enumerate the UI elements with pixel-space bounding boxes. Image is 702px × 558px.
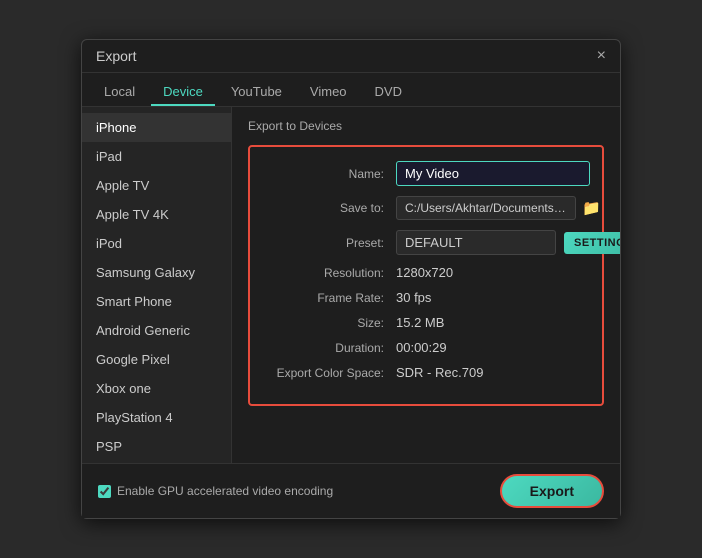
sidebar-item-apple-tv[interactable]: Apple TV [82, 171, 231, 200]
frame-rate-row: Frame Rate: 30 fps [266, 290, 586, 305]
preset-label: Preset: [266, 236, 396, 250]
export-dialog: Export × Local Device YouTube Vimeo DVD … [81, 39, 621, 519]
sidebar-item-iphone[interactable]: iPhone [82, 113, 231, 142]
color-space-value: SDR - Rec.709 [396, 365, 483, 380]
export-button[interactable]: Export [500, 474, 604, 508]
preset-select[interactable]: DEFAULT HIGH QUALITY MEDIUM QUALITY LOW … [396, 230, 556, 255]
name-label: Name: [266, 167, 396, 181]
folder-icon: 📁 [582, 200, 601, 217]
section-label: Export to Devices [248, 119, 604, 133]
tab-vimeo[interactable]: Vimeo [298, 79, 359, 106]
sidebar-item-ipod[interactable]: iPod [82, 229, 231, 258]
preset-row: Preset: DEFAULT HIGH QUALITY MEDIUM QUAL… [266, 230, 586, 255]
save-path-input[interactable] [396, 196, 576, 220]
gpu-accelerated-text: Enable GPU accelerated video encoding [117, 484, 333, 498]
name-row: Name: [266, 161, 586, 186]
save-to-controls: 📁 [396, 196, 601, 220]
sidebar-item-android-generic[interactable]: Android Generic [82, 316, 231, 345]
frame-rate-value: 30 fps [396, 290, 431, 305]
folder-button[interactable]: 📁 [582, 199, 601, 217]
sidebar-item-playstation-4[interactable]: PlayStation 4 [82, 403, 231, 432]
resolution-value: 1280x720 [396, 265, 453, 280]
dialog-header: Export × [82, 40, 620, 73]
dialog-footer: Enable GPU accelerated video encoding Ex… [82, 463, 620, 518]
export-form: Name: Save to: 📁 Preset: [248, 145, 604, 406]
size-value: 15.2 MB [396, 315, 444, 330]
tab-device[interactable]: Device [151, 79, 215, 106]
duration-label: Duration: [266, 341, 396, 355]
preset-controls: DEFAULT HIGH QUALITY MEDIUM QUALITY LOW … [396, 230, 620, 255]
close-button[interactable]: × [597, 48, 606, 64]
device-sidebar: iPhone iPad Apple TV Apple TV 4K iPod Sa… [82, 107, 232, 497]
tab-bar: Local Device YouTube Vimeo DVD [82, 73, 620, 107]
name-input[interactable] [396, 161, 590, 186]
sidebar-item-samsung-galaxy[interactable]: Samsung Galaxy [82, 258, 231, 287]
tab-dvd[interactable]: DVD [363, 79, 414, 106]
frame-rate-label: Frame Rate: [266, 291, 396, 305]
sidebar-item-xbox-one[interactable]: Xbox one [82, 374, 231, 403]
duration-value: 00:00:29 [396, 340, 447, 355]
sidebar-item-ipad[interactable]: iPad [82, 142, 231, 171]
sidebar-item-apple-tv-4k[interactable]: Apple TV 4K [82, 200, 231, 229]
sidebar-item-smart-phone[interactable]: Smart Phone [82, 287, 231, 316]
tab-youtube[interactable]: YouTube [219, 79, 294, 106]
settings-button[interactable]: SETTINGS [564, 232, 620, 254]
duration-row: Duration: 00:00:29 [266, 340, 586, 355]
sidebar-item-psp[interactable]: PSP [82, 432, 231, 461]
save-to-row: Save to: 📁 [266, 196, 586, 220]
color-space-label: Export Color Space: [266, 366, 396, 380]
gpu-accelerated-label[interactable]: Enable GPU accelerated video encoding [98, 484, 333, 498]
sidebar-item-google-pixel[interactable]: Google Pixel [82, 345, 231, 374]
size-label: Size: [266, 316, 396, 330]
resolution-row: Resolution: 1280x720 [266, 265, 586, 280]
color-space-row: Export Color Space: SDR - Rec.709 [266, 365, 586, 380]
gpu-accelerated-checkbox[interactable] [98, 485, 111, 498]
dialog-body: iPhone iPad Apple TV Apple TV 4K iPod Sa… [82, 107, 620, 497]
tab-local[interactable]: Local [92, 79, 147, 106]
main-content: Export to Devices Name: Save to: 📁 [232, 107, 620, 497]
dialog-title: Export [96, 48, 136, 64]
resolution-label: Resolution: [266, 266, 396, 280]
size-row: Size: 15.2 MB [266, 315, 586, 330]
save-to-label: Save to: [266, 201, 396, 215]
